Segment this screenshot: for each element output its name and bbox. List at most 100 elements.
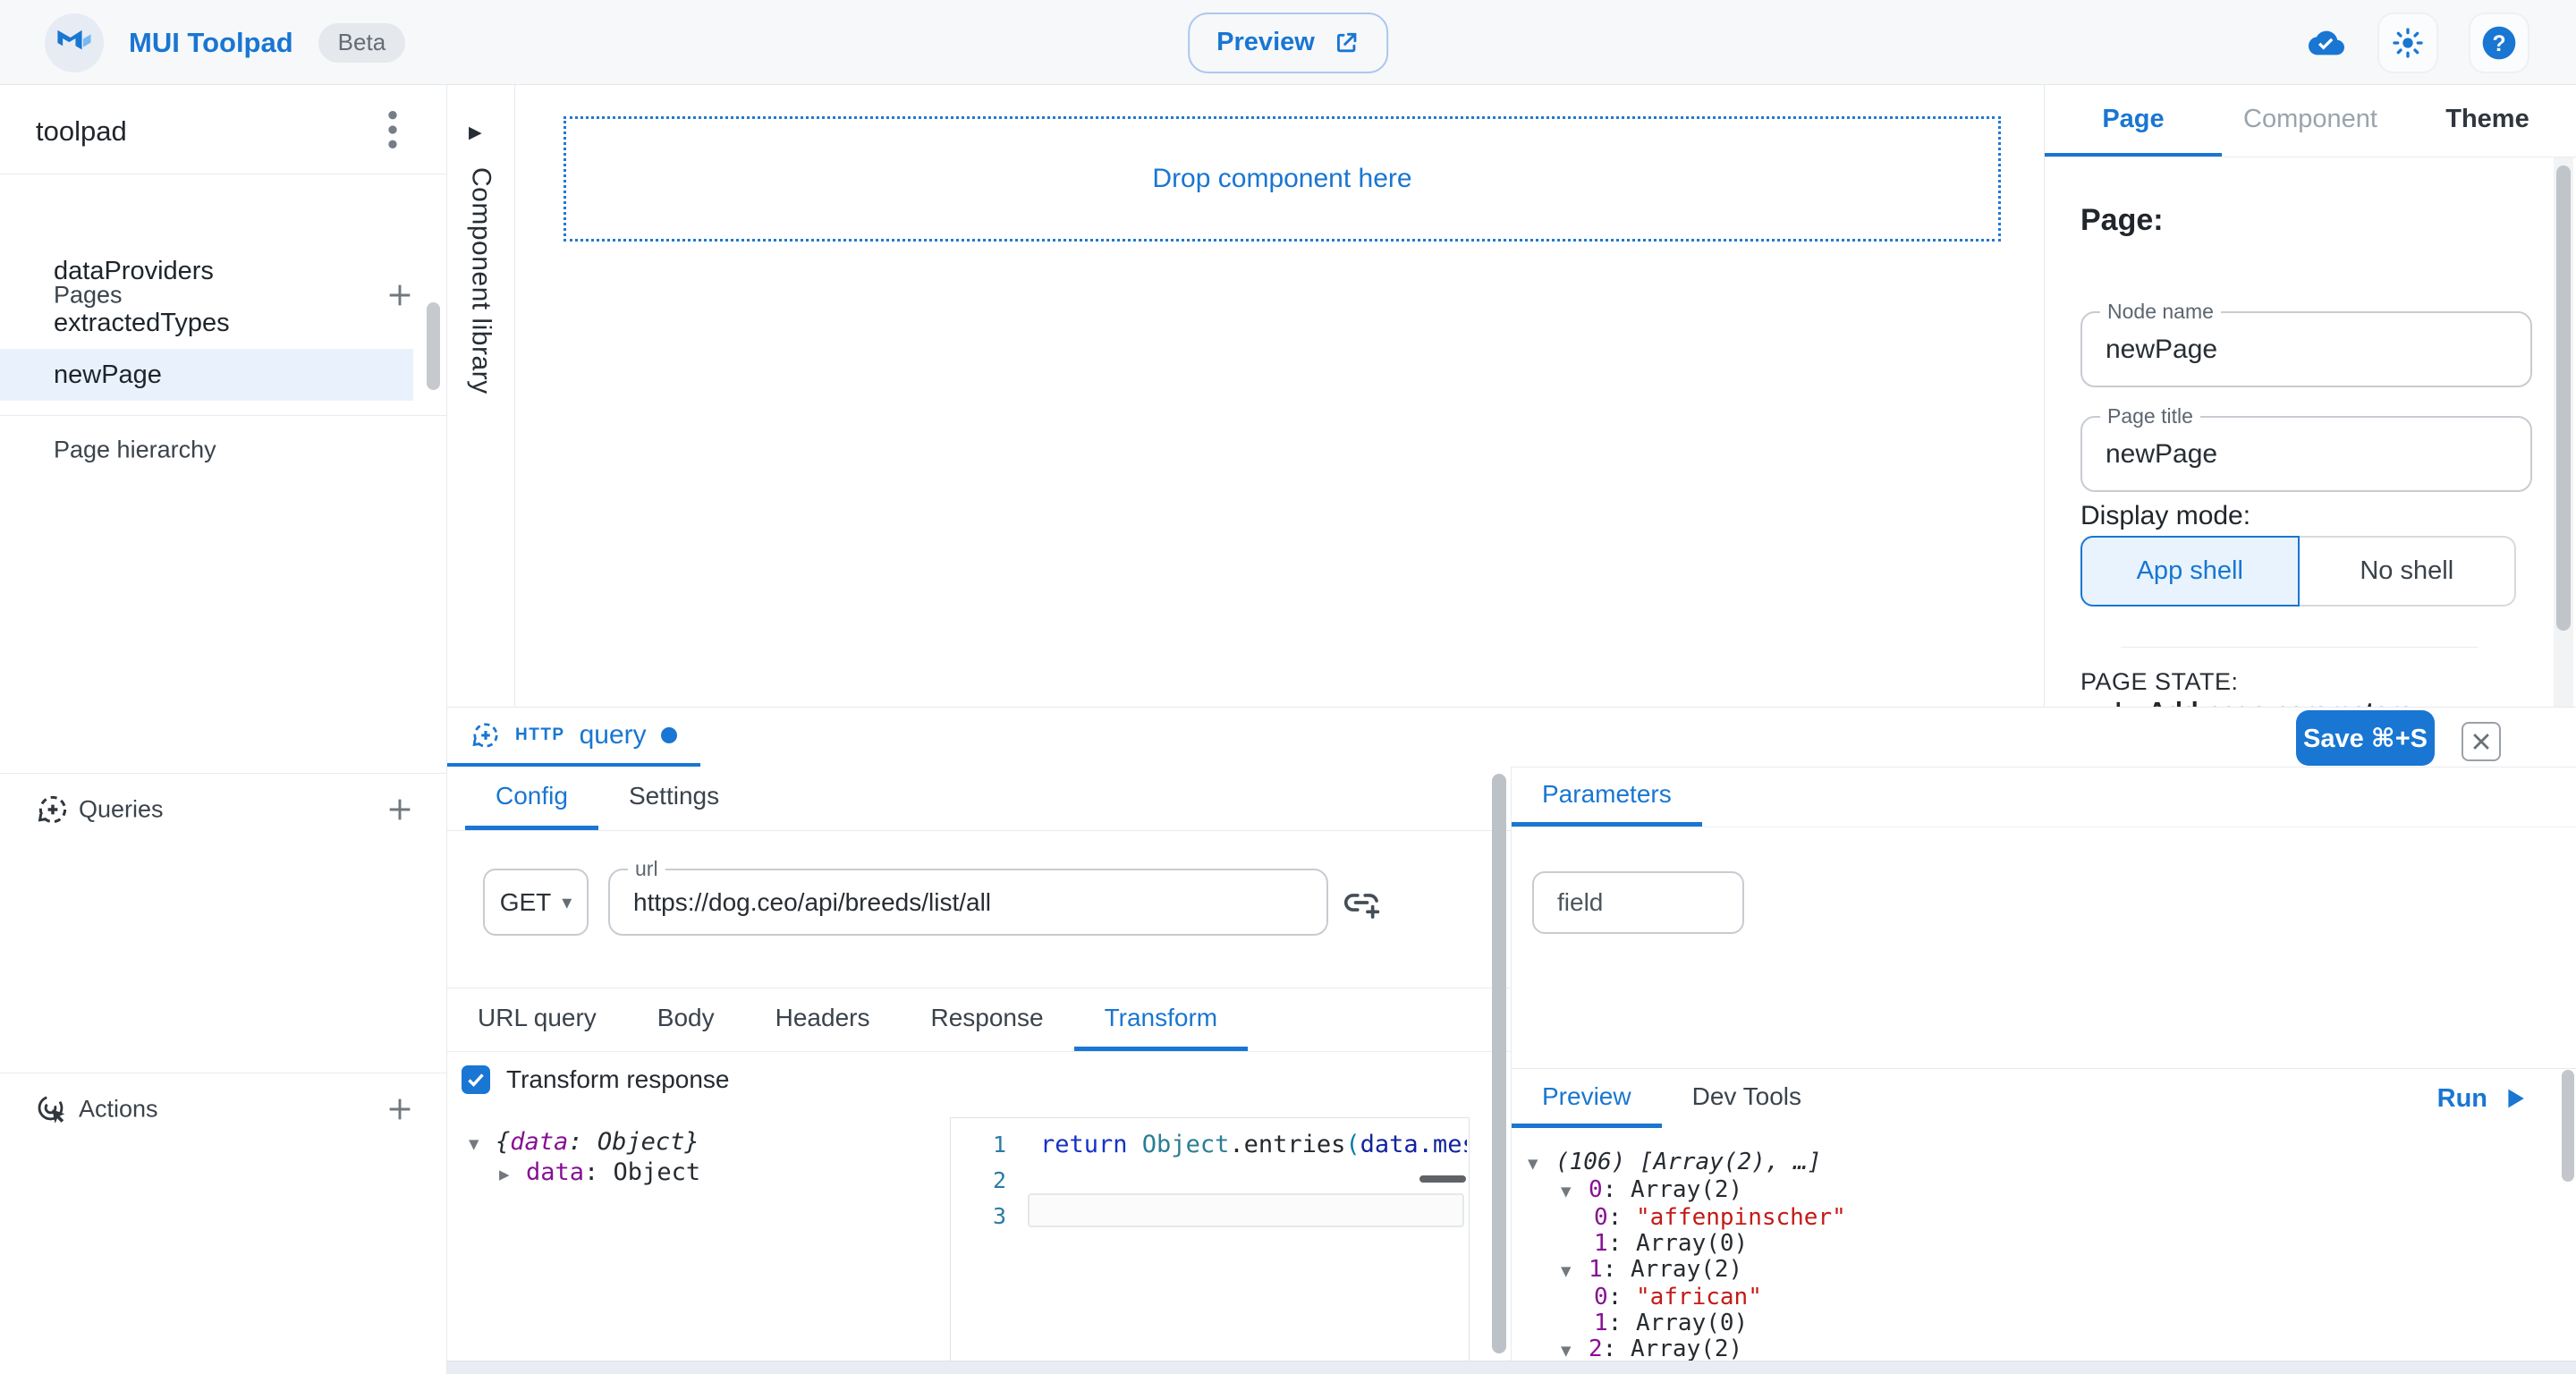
page-state-label: PAGE STATE: (2080, 668, 2239, 696)
tab-transform[interactable]: Transform (1074, 988, 1249, 1051)
add-action-button[interactable] (380, 1090, 419, 1129)
page-heading: Page: (2080, 203, 2164, 238)
plus-icon (386, 1095, 414, 1124)
query-tab[interactable]: HTTP query (447, 708, 700, 767)
tab-dev-tools[interactable]: Dev Tools (1662, 1069, 1832, 1128)
tab-preview[interactable]: Preview (1512, 1069, 1662, 1128)
add-query-button[interactable] (380, 790, 419, 829)
inspector-scrollbar[interactable] (2554, 157, 2573, 707)
tab-theme[interactable]: Theme (2399, 85, 2576, 157)
theme-toggle-button[interactable] (2377, 13, 2438, 73)
tree-row[interactable]: ▼(106) [Array(2), …] (1512, 1149, 2556, 1177)
expanded-arrow-icon[interactable]: ▼ (1561, 1338, 1589, 1361)
tab-response[interactable]: Response (900, 988, 1073, 1051)
tab-page[interactable]: Page (2045, 85, 2222, 157)
tree-row[interactable]: ▼2: Array(2) (1512, 1336, 2556, 1361)
no-shell-toggle[interactable]: No shell (2300, 536, 2517, 606)
http-method-select[interactable]: GET ▾ (483, 869, 589, 936)
add-page-parameters-label: Add page parameters (2148, 698, 2413, 707)
page-hierarchy-label: Page hierarchy (54, 437, 216, 464)
svg-text:?: ? (2492, 31, 2505, 55)
help-icon: ? (2479, 23, 2519, 63)
sidebar-item-extractedTypes[interactable]: extractedTypes (0, 297, 413, 349)
tree-row[interactable]: ▼0: Array(2) (1512, 1177, 2556, 1205)
node-name-input[interactable] (2082, 313, 2530, 386)
sidebar-item-newPage[interactable]: newPage (0, 349, 413, 401)
sidebar-item-dataProviders[interactable]: dataProviders (0, 245, 413, 297)
display-mode-label: Display mode: (2080, 501, 2250, 531)
tab-body[interactable]: Body (627, 988, 745, 1051)
page-canvas: Drop component here (515, 85, 2044, 707)
expand-triangle-icon[interactable]: ▶ (469, 123, 482, 143)
page-title-input[interactable] (2082, 418, 2530, 490)
transform-response-label: Transform response (506, 1065, 730, 1094)
line-numbers: 123 (951, 1127, 1006, 1234)
close-icon (2471, 732, 2491, 751)
config-section-scrollbar[interactable] (1492, 774, 1506, 1353)
project-row: toolpad (0, 85, 446, 174)
results-scrollbar[interactable] (2562, 1070, 2574, 1182)
url-input[interactable] (610, 870, 1326, 934)
tab-config[interactable]: Config (465, 767, 598, 830)
parameter-input[interactable] (1534, 873, 1742, 932)
tree-row[interactable]: ▼1: Array(2) (1512, 1257, 2556, 1285)
tree-row: 0: "african" (1512, 1285, 2556, 1310)
config-settings-tabs: ConfigSettings (447, 767, 1511, 831)
expanded-arrow-icon[interactable]: ▼ (1528, 1151, 1555, 1177)
plus-icon (386, 795, 414, 824)
project-menu-button[interactable] (375, 110, 411, 149)
response-shape-tree: ▼{data: Object}▶data: Object (447, 1128, 700, 1189)
http-method-value: GET (500, 888, 552, 917)
transform-code-editor[interactable]: 123 return Object.entries(data.messag (950, 1117, 1470, 1361)
light-mode-sun-icon (2390, 25, 2426, 61)
close-query-button[interactable] (2462, 722, 2501, 761)
help-button[interactable]: ? (2469, 13, 2529, 73)
queries-section-label: Queries (79, 796, 164, 824)
collapsed-arrow-icon[interactable]: ▶ (499, 1161, 526, 1189)
sidebar-scrollbar[interactable] (427, 302, 440, 390)
tab-headers[interactable]: Headers (745, 988, 901, 1051)
expanded-arrow-icon[interactable]: ▼ (469, 1131, 496, 1158)
tab-parameters[interactable]: Parameters (1512, 767, 1702, 827)
url-field[interactable]: url (608, 869, 1328, 936)
page-hierarchy-row[interactable]: Page hierarchy (0, 425, 446, 475)
tab-url-query[interactable]: URL query (447, 988, 627, 1051)
preview-button-label: Preview (1216, 28, 1315, 57)
unsaved-changes-dot (661, 727, 677, 743)
subdirectory-arrow-icon: ↳ (2112, 697, 2133, 707)
app-title: MUI Toolpad (129, 27, 293, 59)
component-library-strip[interactable]: ▶ Component library (447, 85, 515, 707)
app-shell-toggle[interactable]: App shell (2080, 536, 2300, 606)
line-number: 1 (951, 1127, 1006, 1163)
expanded-arrow-icon[interactable]: ▼ (1561, 1179, 1589, 1205)
save-button[interactable]: Save ⌘+S (2296, 710, 2435, 766)
explorer-sidebar: toolpad Pages dataProvidersextractedType… (0, 85, 447, 1374)
actions-icon (36, 1093, 68, 1125)
run-button[interactable]: Run (2437, 1069, 2527, 1128)
horizontal-scrollbar-track[interactable] (447, 1361, 2576, 1374)
transform-response-checkbox[interactable] (462, 1065, 490, 1094)
tab-component[interactable]: Component (2222, 85, 2399, 157)
node-name-field[interactable]: Node name (2080, 311, 2532, 387)
query-protocol-label: HTTP (515, 725, 565, 745)
project-name: toolpad (36, 115, 127, 148)
pages-list: dataProvidersextractedTypesnewPage (0, 245, 413, 401)
cloud-synced-icon (2306, 25, 2347, 61)
tab-settings[interactable]: Settings (598, 767, 750, 830)
page-title-field[interactable]: Page title (2080, 416, 2532, 492)
add-page-parameters-button[interactable]: ↳ Add page parameters (2112, 697, 2413, 707)
queries-icon (36, 793, 70, 827)
parameter-field[interactable] (1532, 871, 1744, 934)
line-number: 3 (951, 1199, 1006, 1234)
add-link-icon (1341, 882, 1382, 923)
component-dropzone[interactable]: Drop component here (564, 116, 2001, 242)
bind-url-button[interactable] (1340, 881, 1383, 924)
tree-row[interactable]: ▼{data: Object} (447, 1128, 700, 1158)
query-config-section: ConfigSettings GET ▾ url URL queryBodyHe… (447, 767, 1512, 1361)
expanded-arrow-icon[interactable]: ▼ (1561, 1259, 1589, 1285)
inspector-panel: PageComponentTheme Page: Node name Page … (2044, 85, 2576, 707)
actions-section-header: Actions (0, 1084, 446, 1134)
mui-logo (45, 13, 104, 72)
preview-button[interactable]: Preview (1188, 13, 1388, 73)
tree-row[interactable]: ▶data: Object (447, 1158, 700, 1189)
